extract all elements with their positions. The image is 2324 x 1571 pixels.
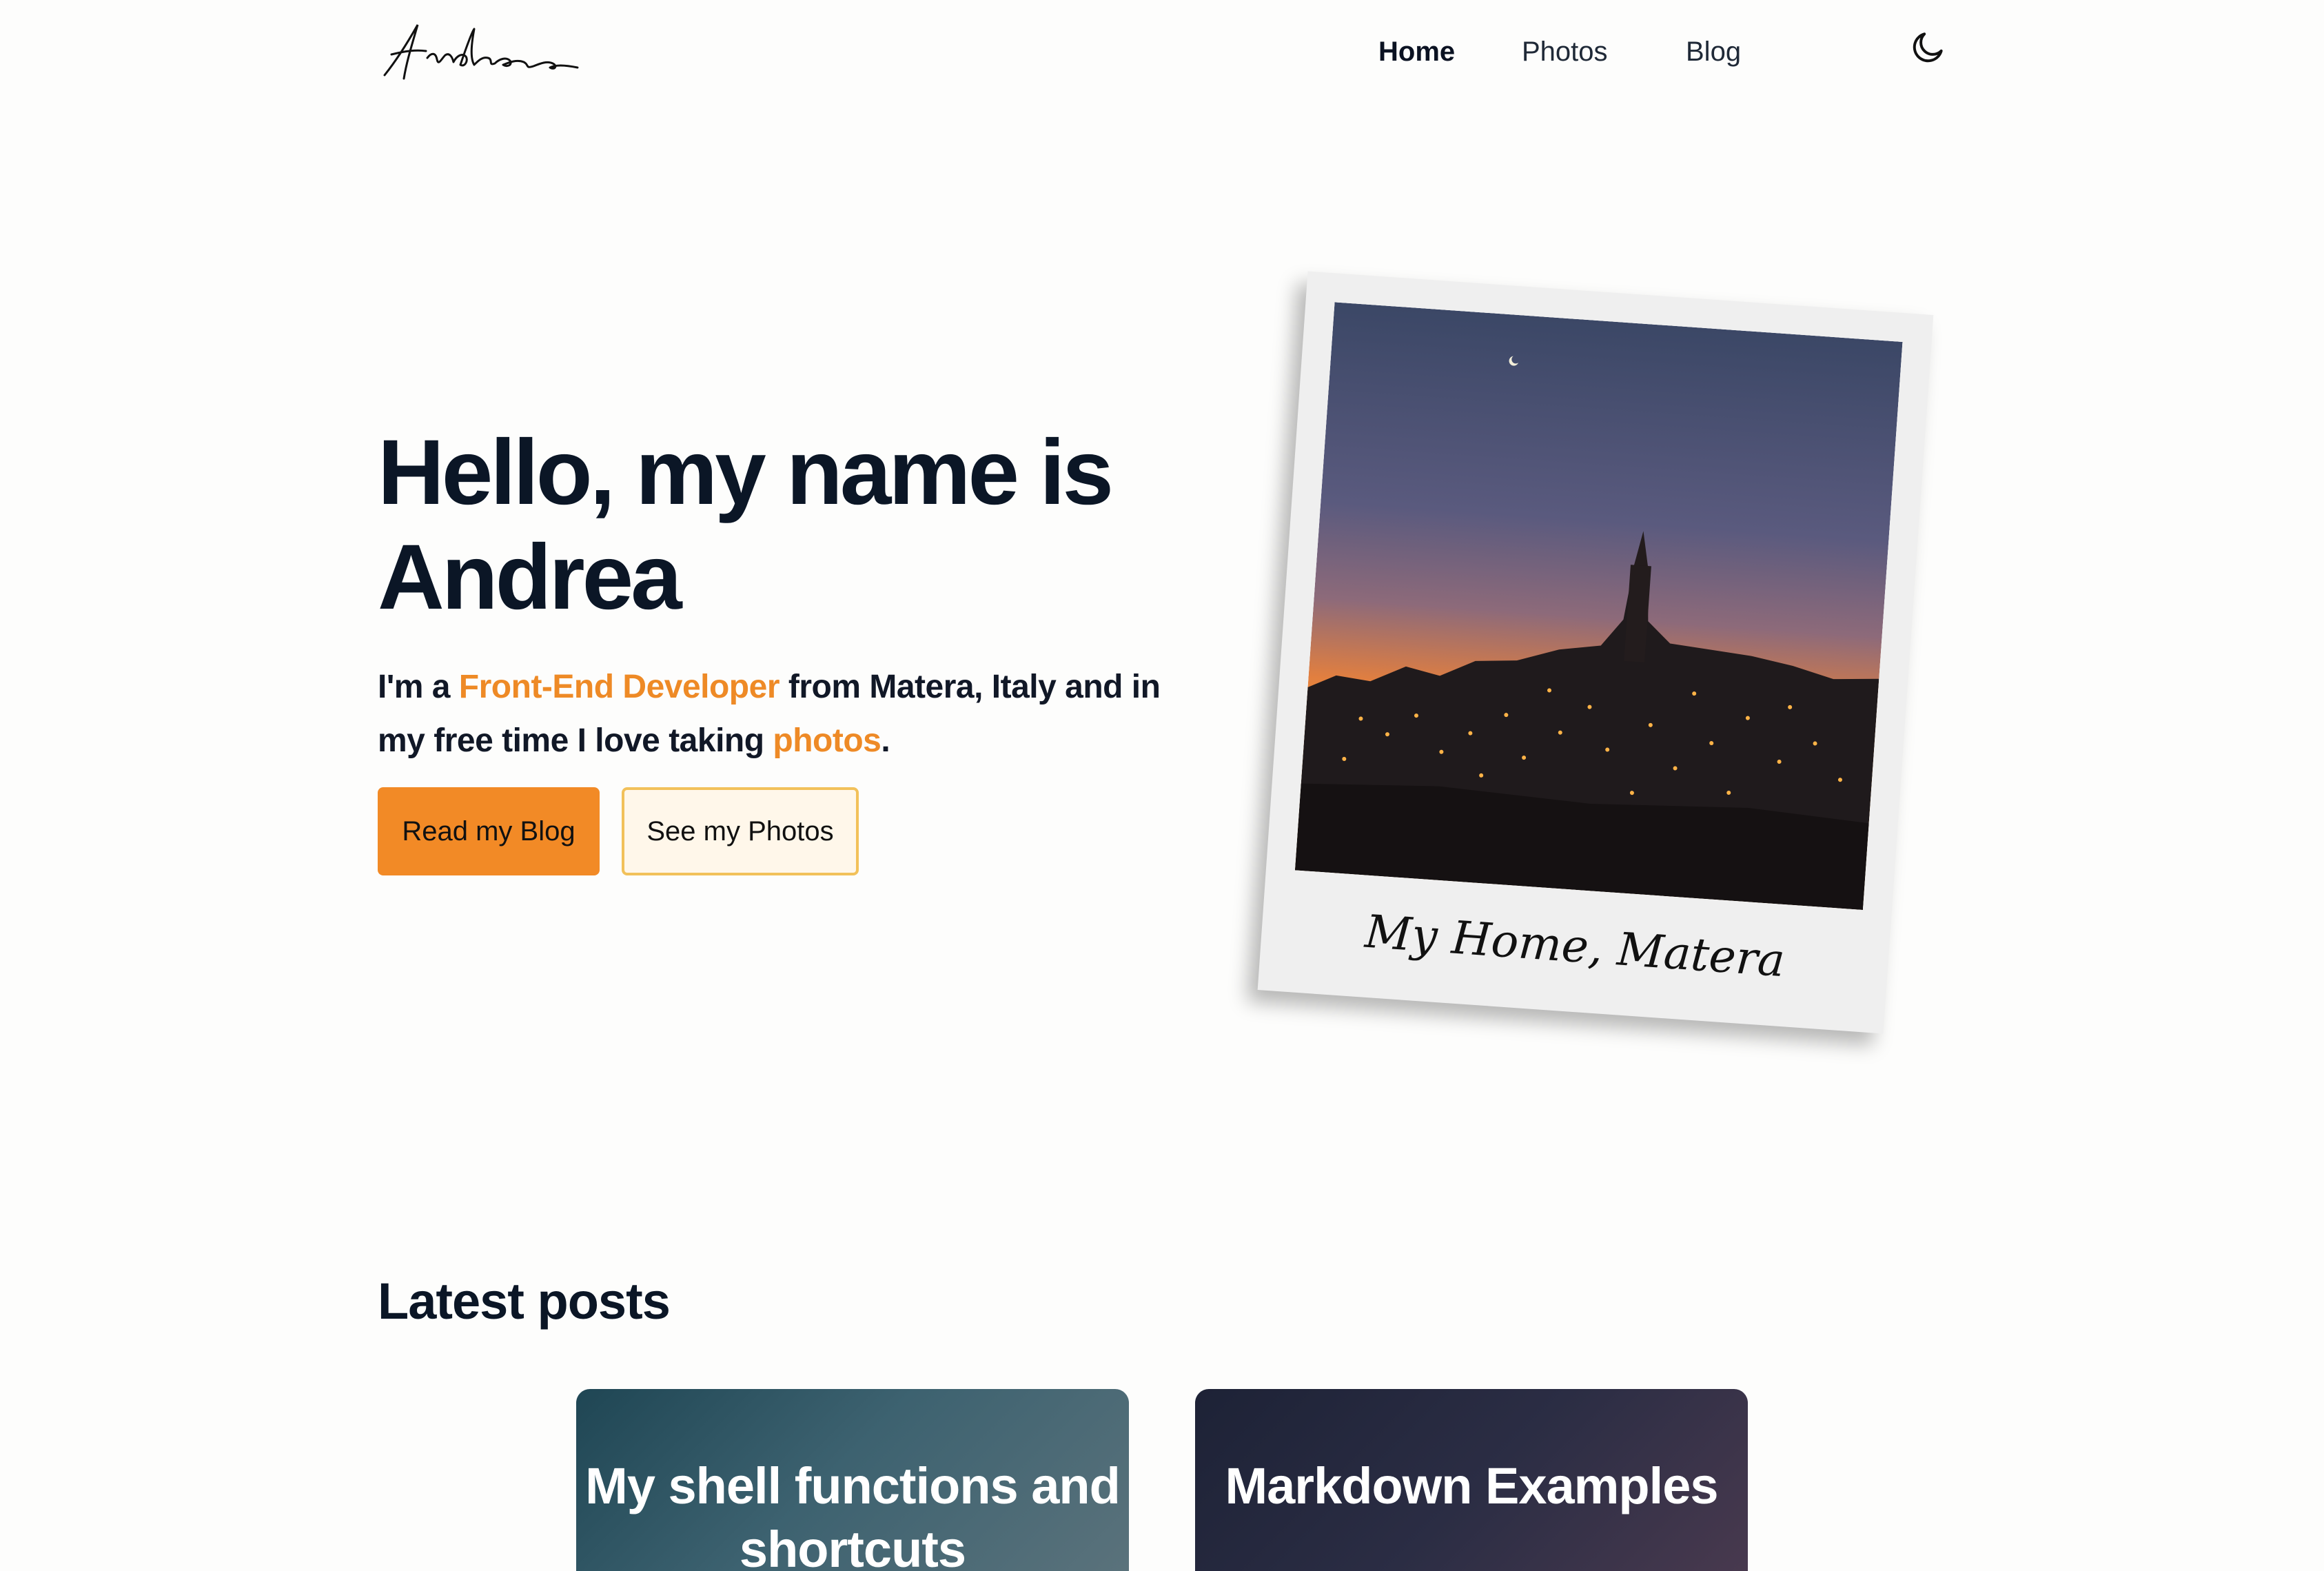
theme-toggle-button[interactable] [1909, 28, 1948, 66]
hobby-highlight: photos [773, 722, 881, 759]
read-blog-button[interactable]: Read my Blog [378, 787, 600, 875]
see-photos-button[interactable]: See my Photos [622, 787, 859, 875]
post-card[interactable]: My shell functions and shortcuts [576, 1389, 1129, 1571]
hero-intro: I'm a Front-End Developer from Matera, I… [378, 660, 1177, 768]
moon-icon [1913, 32, 1943, 63]
intro-suffix: . [881, 722, 890, 759]
nav-home[interactable]: Home [1378, 34, 1455, 69]
latest-posts-heading: Latest posts [378, 1273, 671, 1330]
post-title: Markdown Examples [1225, 1457, 1718, 1514]
nav-photos[interactable]: Photos [1522, 34, 1608, 69]
post-card[interactable]: Markdown Examples [1195, 1389, 1748, 1571]
intro-prefix: I'm a [378, 669, 459, 705]
post-title: My shell functions and shortcuts [585, 1457, 1121, 1571]
signature-logo-icon [383, 24, 579, 80]
polaroid-card: My Home, Matera [1257, 271, 1934, 1034]
role-highlight: Front-End Developer [458, 669, 780, 705]
hero-title: Hello, my name is Andrea [378, 421, 1114, 629]
page: Home Photos Blog Hello, my name is Andre… [0, 0, 2324, 1571]
site-logo[interactable] [378, 17, 588, 87]
matera-photo [1294, 302, 1903, 910]
nav-blog[interactable]: Blog [1686, 34, 1741, 69]
